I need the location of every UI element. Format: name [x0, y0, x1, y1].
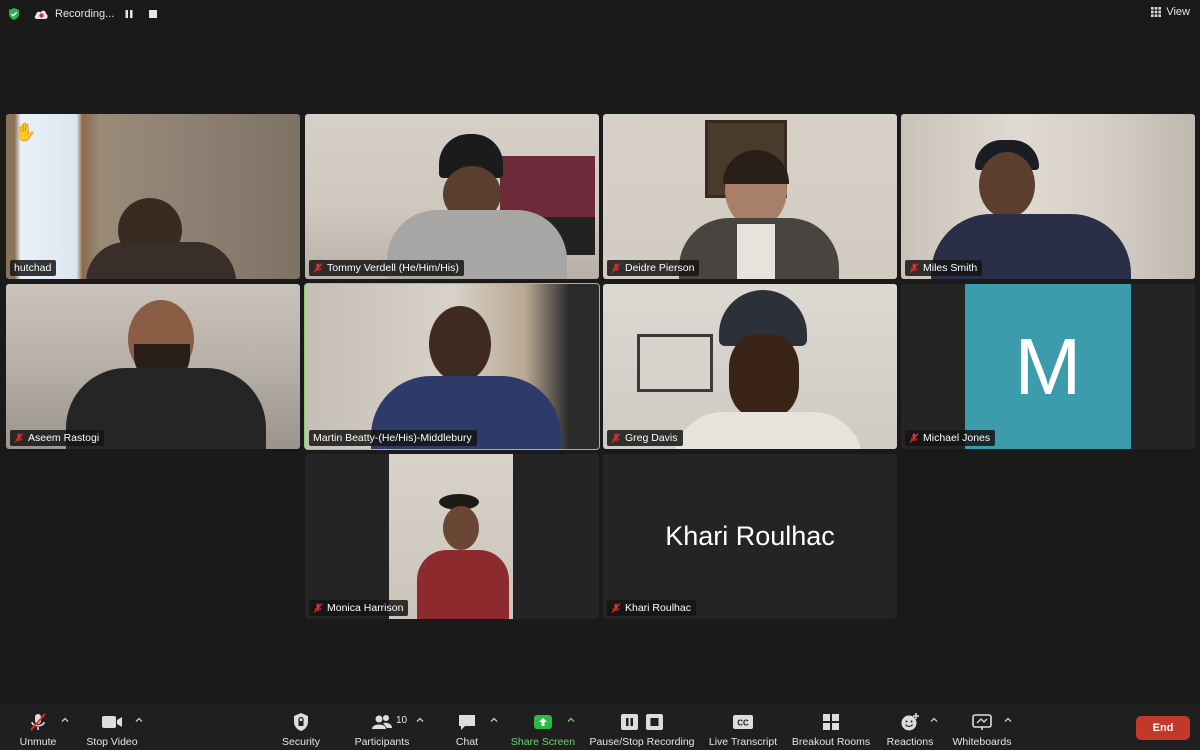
- security-label: Security: [282, 736, 320, 748]
- participant-name: hutchad: [14, 262, 52, 274]
- stop-video-button[interactable]: Stop Video: [84, 705, 140, 750]
- chat-button[interactable]: Chat: [450, 705, 484, 750]
- audio-options-chevron-up-icon[interactable]: [60, 715, 70, 725]
- cloud-recording-icon: [34, 10, 48, 19]
- whiteboards-button[interactable]: Whiteboards: [950, 705, 1014, 750]
- muted-mic-icon: [313, 603, 323, 613]
- participants-button[interactable]: 10 Participants: [352, 705, 412, 750]
- video-tile-greg-davis[interactable]: Greg Davis: [603, 284, 897, 449]
- stop-recording-button[interactable]: [144, 6, 162, 22]
- pause-stop-recording-icon: [621, 714, 663, 730]
- pause-icon: [125, 10, 133, 18]
- whiteboards-label: Whiteboards: [952, 736, 1012, 748]
- muted-mic-icon: [909, 263, 919, 273]
- muted-mic-icon: [611, 603, 621, 613]
- participant-name-tag: Martin Beatty-(He/His)-Middlebury: [309, 430, 477, 446]
- muted-mic-icon: [313, 263, 323, 273]
- participant-name-tag: Tommy Verdell (He/Him/His): [309, 260, 464, 276]
- share-screen-button[interactable]: Share Screen: [510, 705, 576, 750]
- participant-name: Michael Jones: [923, 432, 991, 444]
- participant-name: Aseem Rastogi: [28, 432, 100, 444]
- participant-name-tag: Deidre Pierson: [607, 260, 700, 276]
- live-transcript-button[interactable]: CC Live Transcript: [706, 705, 780, 750]
- reactions-button[interactable]: Reactions: [884, 705, 936, 750]
- participant-name: Deidre Pierson: [625, 262, 695, 274]
- muted-mic-icon: [611, 263, 621, 273]
- participant-name-tag: Michael Jones: [905, 430, 996, 446]
- unmute-label: Unmute: [19, 736, 57, 748]
- participant-name: Tommy Verdell (He/Him/His): [327, 262, 459, 274]
- avatar: M: [965, 284, 1131, 449]
- video-tile-monica-harrison[interactable]: Monica Harrison: [305, 454, 599, 619]
- video-tile-aseem-rastogi[interactable]: Aseem Rastogi: [6, 284, 300, 449]
- breakout-rooms-button[interactable]: Breakout Rooms: [790, 705, 872, 750]
- security-shield-toolbar-icon: [294, 713, 308, 731]
- participants-label: Participants: [354, 736, 410, 748]
- video-camera-icon: [102, 716, 122, 728]
- video-tile-miles-smith[interactable]: Miles Smith: [901, 114, 1195, 279]
- muted-mic-icon: [611, 433, 621, 443]
- muted-mic-icon: [14, 433, 24, 443]
- share-options-chevron-up-icon[interactable]: [566, 715, 576, 725]
- participant-name-tag: Greg Davis: [607, 430, 683, 446]
- participants-options-chevron-up-icon[interactable]: [415, 715, 425, 725]
- participant-name: Monica Harrison: [327, 602, 404, 614]
- pause-stop-recording-label: Pause/Stop Recording: [589, 736, 695, 748]
- stop-video-label: Stop Video: [86, 736, 138, 748]
- participant-name-tag: hutchad: [10, 260, 57, 276]
- video-tile-hutchad[interactable]: ✋ hutchad: [6, 114, 300, 279]
- share-screen-arrow-icon: [534, 715, 552, 729]
- breakout-rooms-label: Breakout Rooms: [791, 736, 871, 748]
- video-options-chevron-up-icon[interactable]: [134, 715, 144, 725]
- video-tile-tommy-verdell[interactable]: Tommy Verdell (He/Him/His): [305, 114, 599, 279]
- chat-options-chevron-up-icon[interactable]: [489, 715, 499, 725]
- participant-name-tag: Khari Roulhac: [607, 600, 696, 616]
- participant-name-tag: Aseem Rastogi: [10, 430, 105, 446]
- unmute-button[interactable]: Unmute: [14, 705, 62, 750]
- security-shield-icon[interactable]: [7, 7, 21, 21]
- muted-microphone-icon: [30, 713, 46, 731]
- participant-name: Khari Roulhac: [625, 602, 691, 614]
- view-label: View: [1166, 6, 1190, 18]
- breakout-rooms-grid-icon: [823, 714, 839, 730]
- grid-view-icon: [1151, 7, 1162, 17]
- participant-name-tag: Miles Smith: [905, 260, 983, 276]
- recording-label: Recording...: [55, 8, 115, 20]
- closed-captions-icon: CC: [733, 715, 753, 729]
- whiteboards-options-chevron-up-icon[interactable]: [1003, 715, 1013, 725]
- reactions-label: Reactions: [886, 736, 934, 748]
- raised-hand-icon: ✋: [14, 122, 37, 142]
- live-transcript-label: Live Transcript: [708, 736, 778, 748]
- camera-off-name: Khari Roulhac: [665, 521, 835, 551]
- pause-stop-recording-button[interactable]: Pause/Stop Recording: [588, 705, 696, 750]
- participant-name: Miles Smith: [923, 262, 978, 274]
- end-meeting-button[interactable]: End: [1136, 716, 1190, 740]
- top-bar: Recording... View: [0, 0, 1200, 28]
- whiteboard-icon: [972, 714, 992, 730]
- video-tile-khari-roulhac[interactable]: Khari Roulhac Khari Roulhac: [603, 454, 897, 619]
- stop-icon: [149, 10, 158, 18]
- muted-mic-icon: [909, 433, 919, 443]
- reactions-options-chevron-up-icon[interactable]: [929, 715, 939, 725]
- recording-indicator: Recording...: [33, 5, 162, 23]
- meeting-toolbar: Unmute Stop Video Security 10 Participan…: [0, 705, 1200, 750]
- participant-name: Greg Davis: [625, 432, 678, 444]
- chat-bubble-icon: [459, 715, 475, 730]
- pause-recording-button[interactable]: [120, 6, 138, 22]
- chat-label: Chat: [455, 736, 479, 748]
- participant-name: Martin Beatty-(He/His)-Middlebury: [313, 432, 472, 444]
- cc-text: CC: [737, 719, 749, 728]
- participants-icon: [372, 715, 392, 729]
- video-tile-michael-jones[interactable]: M Michael Jones: [901, 284, 1195, 449]
- security-button[interactable]: Security: [278, 705, 324, 750]
- video-tile-martin-beatty[interactable]: Martin Beatty-(He/His)-Middlebury: [304, 283, 600, 450]
- smiley-reactions-icon: [901, 713, 919, 731]
- participants-count: 10: [396, 715, 408, 726]
- video-tile-deidre-pierson[interactable]: Deidre Pierson: [603, 114, 897, 279]
- share-screen-label: Share Screen: [510, 736, 576, 748]
- view-button[interactable]: View: [1151, 6, 1190, 18]
- participant-name-tag: Monica Harrison: [309, 600, 409, 616]
